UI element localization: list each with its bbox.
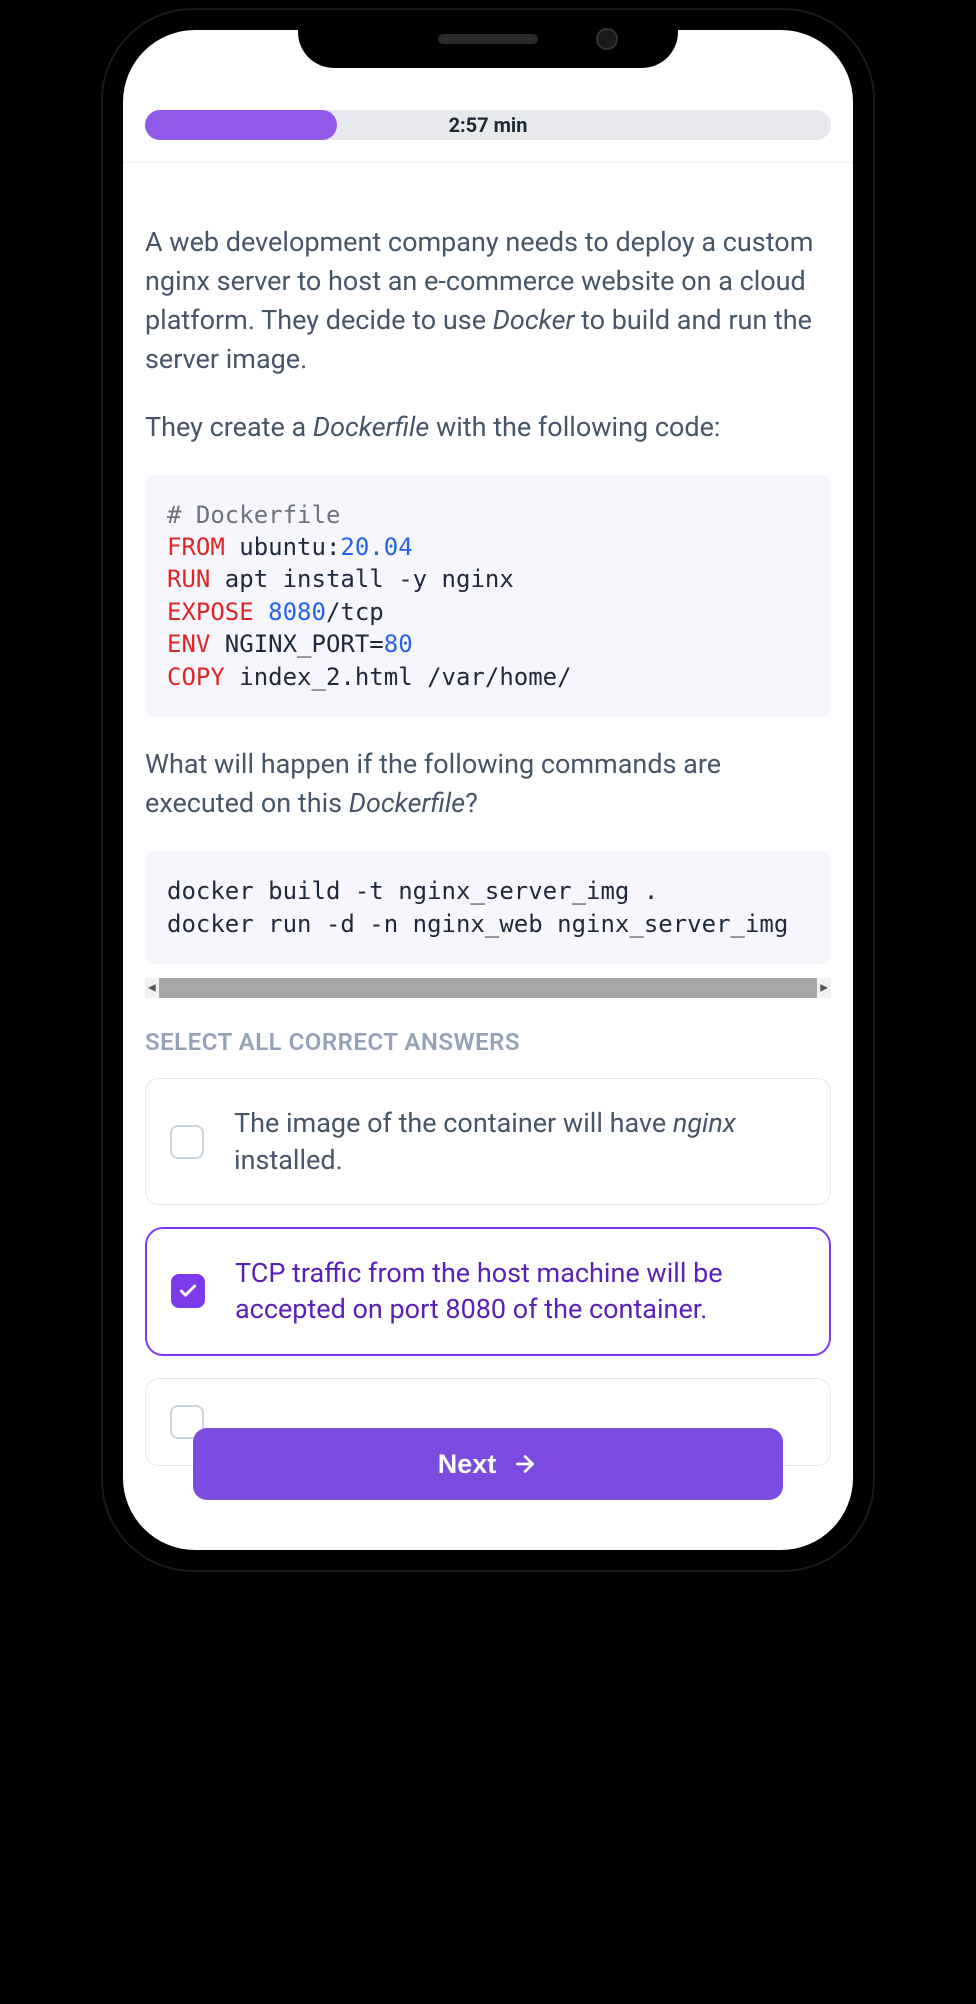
code-copy-rest: index_2.html /var/home/ xyxy=(225,663,572,691)
code-expose-sp xyxy=(254,598,268,626)
code-kw-expose: EXPOSE xyxy=(167,598,254,626)
code-from-rest-1: ubuntu: xyxy=(225,533,341,561)
next-button[interactable]: Next xyxy=(193,1428,783,1500)
answer-1-pre: TCP traffic from the host machine will b… xyxy=(235,1257,723,1325)
followup-em: Dockerfile xyxy=(349,787,465,819)
progress-bar: 2:57 min xyxy=(145,110,831,140)
horizontal-scrollbar[interactable]: ◀ ▶ xyxy=(145,978,831,998)
checkbox-0[interactable] xyxy=(170,1125,204,1159)
code-kw-copy: COPY xyxy=(167,663,225,691)
answer-text-0: The image of the container will have ngi… xyxy=(234,1105,806,1178)
question-intro-docker: Docker xyxy=(493,304,575,336)
code-env-rest-1: NGINX_PORT= xyxy=(210,630,383,658)
answer-text-1: TCP traffic from the host machine will b… xyxy=(235,1255,805,1328)
phone-notch xyxy=(298,10,678,68)
question-dockerfile-prompt: They create a Dockerfile with the follow… xyxy=(145,408,831,447)
answers-label: SELECT ALL CORRECT ANSWERS xyxy=(145,1028,831,1056)
checkbox-1[interactable] xyxy=(171,1274,205,1308)
dockerfile-prompt-2: with the following code: xyxy=(429,411,720,443)
code-run-rest: apt install -y nginx xyxy=(210,565,513,593)
progress-section: 2:57 min xyxy=(123,110,853,163)
code-expose-num: 8080 xyxy=(268,598,326,626)
arrow-right-icon xyxy=(512,1451,538,1477)
scroll-left-arrow-icon[interactable]: ◀ xyxy=(148,983,156,994)
scroll-right-arrow-icon[interactable]: ▶ xyxy=(820,983,828,994)
answer-0-post: installed. xyxy=(234,1144,343,1176)
code-expose-rest: /tcp xyxy=(326,598,384,626)
code-kw-from: FROM xyxy=(167,533,225,561)
dockerfile-prompt-em: Dockerfile xyxy=(313,411,429,443)
code-block-commands: docker build -t nginx_server_img . docke… xyxy=(145,851,831,964)
scroll-area[interactable]: A web development company needs to deplo… xyxy=(123,163,853,1550)
next-button-label: Next xyxy=(438,1449,497,1480)
code-commands-text: docker build -t nginx_server_img . docke… xyxy=(167,877,788,937)
phone-frame: 2:57 min A web development company needs… xyxy=(103,10,873,1570)
answer-0-em: nginx xyxy=(673,1107,736,1139)
phone-speaker xyxy=(438,34,538,44)
question-intro: A web development company needs to deplo… xyxy=(145,223,831,380)
progress-timer: 2:57 min xyxy=(449,113,528,137)
dockerfile-prompt-1: They create a xyxy=(145,411,313,443)
answer-0-pre: The image of the container will have xyxy=(234,1107,673,1139)
answer-option-0[interactable]: The image of the container will have ngi… xyxy=(145,1078,831,1205)
code-comment: # Dockerfile xyxy=(167,501,340,529)
answer-option-1[interactable]: TCP traffic from the host machine will b… xyxy=(145,1227,831,1356)
checkmark-icon xyxy=(178,1281,198,1301)
screen: 2:57 min A web development company needs… xyxy=(123,30,853,1550)
followup-2: ? xyxy=(465,787,478,819)
code-env-num: 80 xyxy=(384,630,413,658)
code-block-dockerfile: # Dockerfile FROM ubuntu:20.04 RUN apt i… xyxy=(145,475,831,717)
content-area: 2:57 min A web development company needs… xyxy=(123,30,853,1550)
code-kw-env: ENV xyxy=(167,630,210,658)
phone-camera xyxy=(596,28,618,50)
code-kw-run: RUN xyxy=(167,565,210,593)
question-followup: What will happen if the following comman… xyxy=(145,745,831,823)
code-from-num: 20.04 xyxy=(340,533,412,561)
progress-fill xyxy=(145,110,337,140)
